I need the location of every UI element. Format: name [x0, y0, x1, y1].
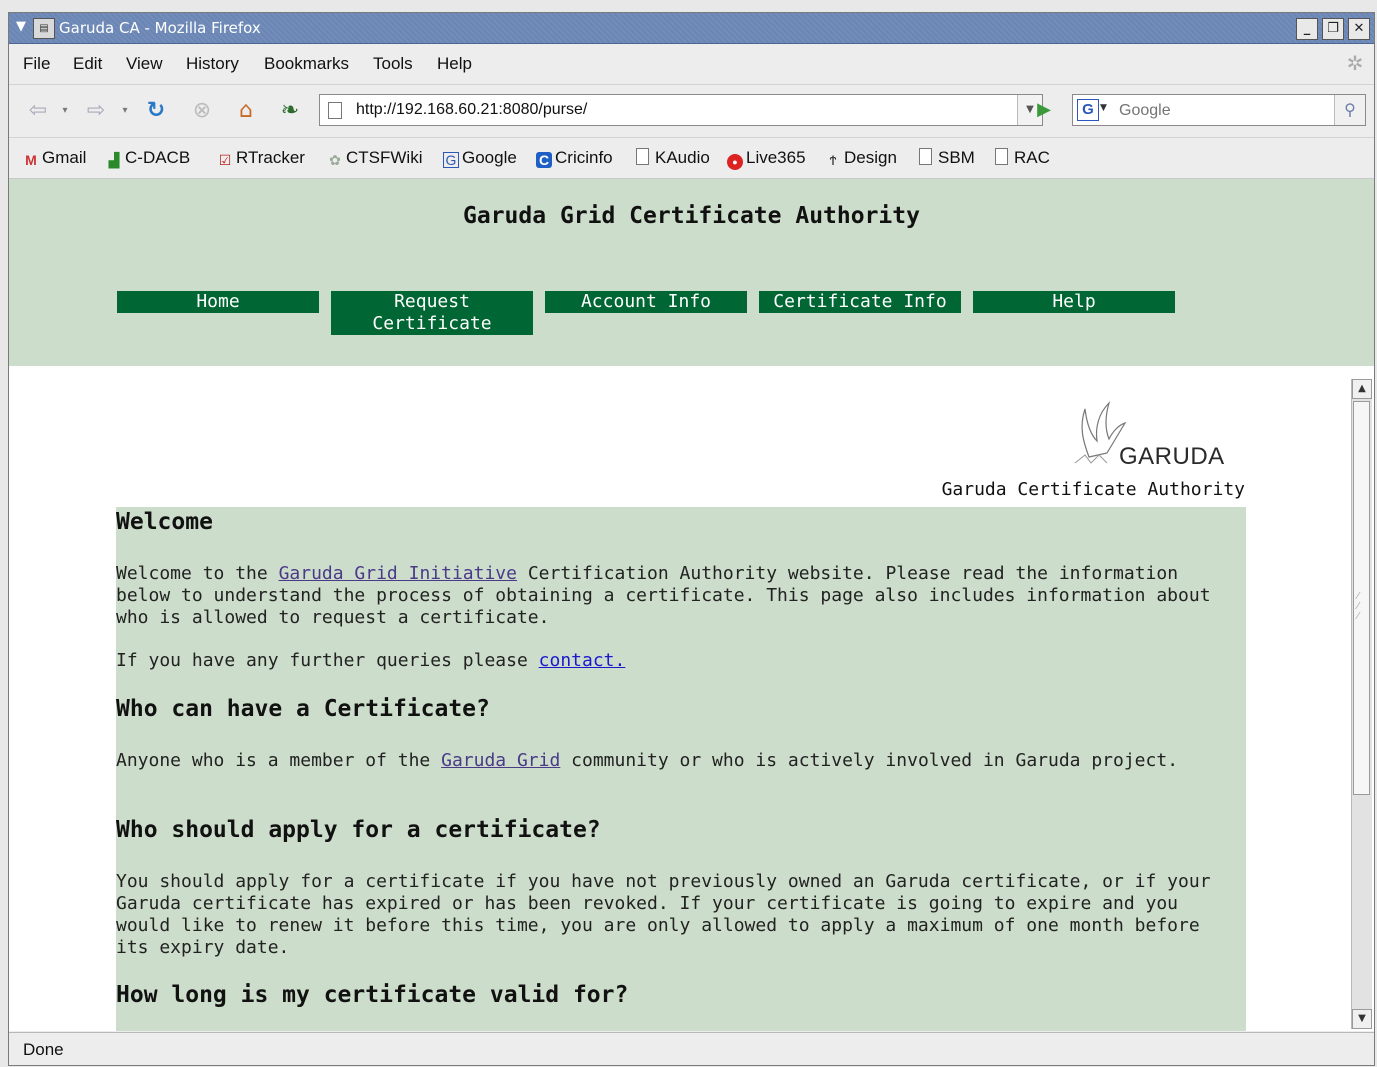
wiki-icon: ✿: [329, 152, 341, 168]
live365-icon: ●: [727, 154, 743, 170]
design-icon: Ϯ: [829, 152, 837, 168]
leaf-icon[interactable]: ❧: [273, 97, 307, 125]
url-text[interactable]: http://192.168.60.21:8080/purse/: [356, 95, 587, 125]
menu-help[interactable]: Help: [437, 54, 472, 74]
forward-icon[interactable]: ⇨: [79, 97, 113, 125]
scrollbar-thumb[interactable]: ⁄ ⁄ ⁄: [1353, 401, 1370, 795]
site-header: Garuda Grid Certificate Authority Home R…: [9, 179, 1374, 366]
throbber-icon: ✲: [1346, 51, 1364, 75]
menu-bookmarks[interactable]: Bookmarks: [264, 54, 349, 74]
navigation-toolbar: ⇦ ▾ ⇨ ▾ ↻ ⊗ ⌂ ❧ http://192.168.60.21:808…: [9, 85, 1374, 138]
vertical-scrollbar[interactable]: ▲ ⁄ ⁄ ⁄ ▼: [1351, 379, 1372, 1029]
search-engine-icon[interactable]: G: [1077, 99, 1099, 121]
page-icon: [328, 102, 342, 119]
reload-icon[interactable]: ↻: [139, 97, 173, 125]
menu-edit[interactable]: Edit: [73, 54, 102, 74]
apply-paragraph: You should apply for a certificate if yo…: [116, 871, 1211, 958]
page-icon: [636, 148, 649, 165]
tab-certificate-info[interactable]: Certificate Info: [759, 291, 961, 313]
url-bar[interactable]: http://192.168.60.21:8080/purse/ ▼: [319, 94, 1043, 126]
close-icon[interactable]: ✕: [1348, 18, 1370, 40]
contact-paragraph: If you have any further queries please c…: [116, 650, 626, 671]
firefox-app-icon: ▤: [33, 18, 55, 39]
garuda-grid-link[interactable]: Garuda Grid: [441, 750, 560, 771]
bookmark-sbm[interactable]: SBM: [919, 148, 975, 168]
window-menu-icon[interactable]: ▼: [13, 19, 29, 35]
menu-tools[interactable]: Tools: [373, 54, 413, 74]
garuda-grid-initiative-link[interactable]: Garuda Grid Initiative: [279, 563, 517, 584]
maximize-icon[interactable]: ❐: [1322, 18, 1344, 40]
bookmarks-toolbar: M Gmail ▟ C-DACB ☑ RTracker ✿ CTSFWiki G Goog…: [9, 138, 1374, 179]
who-paragraph: Anyone who is a member of the Garuda Gri…: [116, 750, 1179, 771]
back-icon[interactable]: ⇦: [21, 97, 55, 125]
heading-how-long-valid: How long is my certificate valid for?: [116, 982, 629, 1008]
page-title: Garuda Grid Certificate Authority: [463, 203, 920, 229]
scroll-down-icon[interactable]: ▼: [1352, 1009, 1372, 1029]
page-icon: [919, 148, 932, 165]
contact-link[interactable]: contact.: [539, 650, 626, 671]
cricinfo-icon: C: [536, 152, 552, 168]
title-bar[interactable]: ▼ ▤ Garuda CA - Mozilla Firefox _ ❐ ✕: [9, 13, 1374, 44]
menu-file[interactable]: File: [23, 54, 50, 74]
heading-who-should-apply: Who should apply for a certificate?: [116, 817, 601, 843]
bookmark-kaudio[interactable]: KAudio: [636, 148, 710, 168]
bookmark-cricinfo[interactable]: C Cricinfo: [536, 148, 613, 168]
bookmark-rtracker[interactable]: ☑ RTracker: [217, 148, 305, 168]
go-icon[interactable]: ▶: [1033, 99, 1055, 121]
bookmark-design[interactable]: Ϯ Design: [825, 148, 897, 168]
scroll-up-icon[interactable]: ▲: [1352, 379, 1372, 399]
bookmark-google[interactable]: G Google: [443, 148, 517, 168]
check-icon: ☑: [218, 152, 232, 168]
window-title: Garuda CA - Mozilla Firefox: [59, 19, 261, 37]
logo-text: GARUDA: [1119, 443, 1225, 470]
chart-icon: ▟: [108, 152, 120, 168]
status-text: Done: [23, 1040, 64, 1059]
bookmark-ctsfwiki[interactable]: ✿ CTSFWiki: [327, 148, 422, 168]
main-content: Welcome Welcome to the Garuda Grid Initi…: [116, 507, 1246, 1031]
search-icon[interactable]: ⚲: [1334, 95, 1365, 125]
menu-view[interactable]: View: [126, 54, 163, 74]
home-icon[interactable]: ⌂: [229, 97, 263, 125]
search-input[interactable]: [1117, 97, 1331, 125]
tab-home[interactable]: Home: [117, 291, 319, 313]
menu-history[interactable]: History: [186, 54, 239, 74]
back-dropdown-icon[interactable]: ▾: [59, 97, 71, 125]
bookmark-rac[interactable]: RAC: [995, 148, 1050, 168]
search-bar[interactable]: G ▼ ⚲: [1072, 94, 1366, 126]
bookmark-cdacb[interactable]: ▟ C-DACB: [106, 148, 191, 168]
gmail-icon: M: [25, 152, 37, 168]
google-icon: G: [443, 152, 459, 168]
menu-bar: File Edit View History Bookmarks Tools H…: [9, 44, 1374, 85]
page-icon: [995, 148, 1008, 165]
garuda-logo: GARUDA: [1065, 397, 1255, 477]
heading-who-can-have: Who can have a Certificate?: [116, 696, 490, 722]
heading-welcome: Welcome: [116, 509, 213, 535]
stop-icon[interactable]: ⊗: [185, 97, 219, 125]
tab-request-certificate[interactable]: Request Certificate: [331, 291, 533, 335]
browser-window: ▼ ▤ Garuda CA - Mozilla Firefox _ ❐ ✕ Fi…: [8, 12, 1375, 1066]
tab-account-info[interactable]: Account Info: [545, 291, 747, 313]
tab-help[interactable]: Help: [973, 291, 1175, 313]
status-bar: Done: [9, 1032, 1374, 1065]
bookmark-gmail[interactable]: M Gmail: [23, 148, 86, 168]
welcome-paragraph: Welcome to the Garuda Grid Initiative Ce…: [116, 563, 1211, 628]
forward-dropdown-icon[interactable]: ▾: [119, 97, 131, 125]
search-engine-dropdown-icon[interactable]: ▼: [1100, 103, 1107, 113]
bookmark-live365[interactable]: ● Live365: [727, 148, 806, 170]
logo-caption: Garuda Certificate Authority: [941, 479, 1245, 500]
page-viewport: Garuda Grid Certificate Authority Home R…: [9, 179, 1374, 1031]
minimize-icon[interactable]: _: [1296, 18, 1318, 40]
